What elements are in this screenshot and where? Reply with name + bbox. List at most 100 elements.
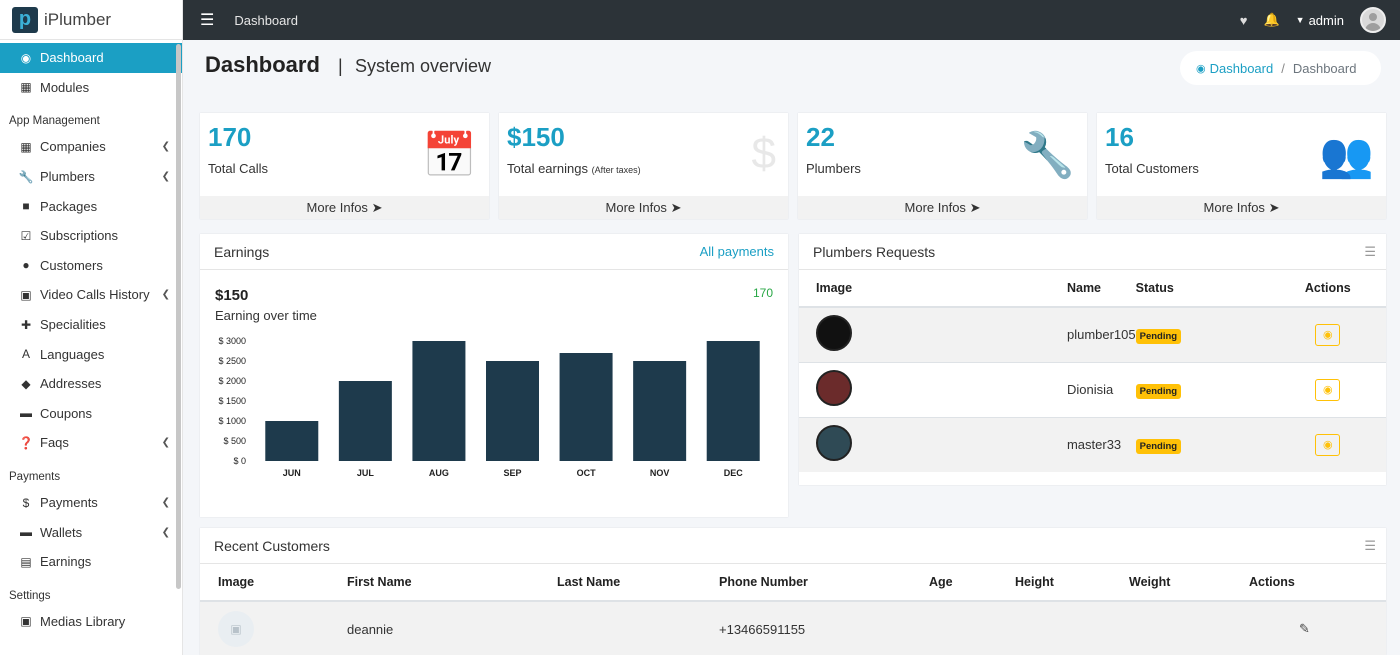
earnings-card-title: Earnings	[214, 243, 270, 260]
bar-dec[interactable]	[706, 341, 760, 461]
view-button[interactable]: ◉	[1315, 378, 1341, 401]
view-button[interactable]: ◉	[1315, 323, 1341, 346]
stat-label: Total earnings (After taxes)	[507, 161, 641, 176]
topbar-title: Dashboard	[234, 12, 298, 28]
x-tick-label: DEC	[724, 468, 744, 478]
column-header: Actions	[1269, 270, 1386, 308]
more-infos-link[interactable]: More Infos ➤	[1097, 196, 1386, 219]
bar-nov[interactable]	[633, 361, 687, 461]
column-header: Image	[799, 270, 919, 308]
y-tick-label: $ 3000	[218, 336, 246, 346]
menu-toggle-icon[interactable]: ☰	[200, 10, 214, 30]
wrench-icon: 🔧	[18, 169, 34, 184]
breadcrumb-separator: /	[1281, 60, 1285, 76]
y-tick-label: $ 1500	[218, 396, 246, 406]
sidebar-item-coupons[interactable]: ▬ Coupons	[0, 399, 182, 429]
earnings-bar-chart: $ 0 $ 500 $ 1000 $ 1500 $ 2000 $ 2500 $ 3000 JU…	[218, 336, 760, 478]
dashboard-icon: ◉	[1196, 62, 1206, 75]
sidebar-item-payments[interactable]: $ Payments ❮	[0, 488, 182, 518]
sidebar-item-earnings[interactable]: ▤ Earnings	[0, 547, 182, 577]
chevron-left-icon: ❮	[161, 437, 170, 449]
chevron-left-icon: ❮	[161, 171, 170, 183]
brand[interactable]: p iPlumber	[0, 0, 182, 40]
calendar-icon: ▣	[20, 287, 32, 302]
user-menu[interactable]: ▼ admin	[1296, 13, 1344, 28]
column-header: Weight	[1129, 564, 1249, 602]
sidebar-item-video-calls-history[interactable]: ▣ Video Calls History ❮	[0, 280, 182, 310]
avatar[interactable]	[1360, 7, 1386, 33]
more-infos-link[interactable]: More Infos ➤	[499, 196, 788, 219]
column-header: Image	[200, 564, 347, 602]
plumber-photo	[816, 425, 852, 462]
sidebar-item-specialities[interactable]: ✚ Specialities	[0, 310, 182, 340]
status-badge: Pending	[1135, 384, 1182, 399]
ticket-icon: ▬	[20, 406, 32, 421]
hand-dollar-icon: $	[751, 129, 776, 178]
bar-jul[interactable]	[338, 381, 392, 461]
chevron-left-icon: ❮	[161, 497, 170, 509]
view-button[interactable]: ◉	[1315, 433, 1341, 456]
map-icon: ◆	[21, 376, 31, 391]
sidebar-item-medias-library[interactable]: ▣ Medias Library	[0, 607, 182, 637]
column-header: Name	[918, 270, 1136, 308]
plumbers-requests-card: Plumbers Requests ☰ Image Name Status Actio…	[799, 234, 1386, 485]
sidebar-item-label: Companies	[40, 139, 106, 155]
sidebar-nav: ◉ Dashboard ▦ Modules App Management ▦ Compani…	[0, 40, 182, 636]
sidebar-item-modules[interactable]: ▦ Modules	[0, 73, 182, 103]
bar-jun[interactable]	[265, 421, 319, 461]
sidebar-item-label: Payments	[40, 495, 98, 511]
sidebar-item-customers[interactable]: ● Customers	[0, 251, 182, 281]
brand-name: iPlumber	[44, 9, 112, 29]
edit-icon[interactable]: ✎	[1299, 621, 1310, 636]
sidebar-item-languages[interactable]: A Languages	[0, 339, 182, 369]
sidebar-item-faqs[interactable]: ❓ Faqs ❮	[0, 428, 182, 458]
chevron-left-icon: ❮	[161, 526, 170, 538]
card-menu-icon[interactable]: ☰	[1364, 538, 1376, 554]
stat-label: Plumbers	[806, 161, 861, 176]
breadcrumb-link-dashboard[interactable]: Dashboard	[1210, 61, 1274, 76]
column-header: First Name	[347, 564, 557, 602]
sidebar-item-subscriptions[interactable]: ☑ Subscriptions	[0, 221, 182, 251]
image-placeholder-icon: ▣	[218, 611, 254, 647]
stat-value: $150	[507, 122, 565, 152]
more-infos-link[interactable]: More Infos ➤	[200, 196, 489, 219]
brand-logo-icon: p	[12, 6, 38, 33]
bar-aug[interactable]	[412, 341, 466, 461]
more-infos-link[interactable]: More Infos ➤	[798, 196, 1087, 219]
column-header: Age	[929, 564, 1015, 602]
x-tick-label: JUN	[283, 468, 301, 478]
stat-card: 170 Total Calls 📅 More Infos ➤	[200, 113, 489, 219]
earnings-value: $150	[215, 287, 249, 304]
card-menu-icon[interactable]: ☰	[1364, 244, 1376, 260]
sidebar-item-companies[interactable]: ▦ Companies ❮	[0, 132, 182, 162]
heart-icon[interactable]: ♥	[1240, 13, 1248, 28]
column-header: Status	[1135, 270, 1270, 308]
sidebar-item-label: Addresses	[40, 376, 102, 392]
sidebar-item-plumbers[interactable]: 🔧 Plumbers ❮	[0, 162, 182, 192]
sidebar-section-header: Settings	[9, 589, 51, 602]
sidebar-item-dashboard[interactable]: ◉ Dashboard	[0, 43, 182, 73]
sidebar-scrollbar[interactable]	[176, 44, 181, 589]
bar-sep[interactable]	[486, 361, 539, 461]
breadcrumb-current: Dashboard	[1292, 60, 1357, 76]
sidebar-item-addresses[interactable]: ◆ Addresses	[0, 369, 182, 399]
y-tick-label: $ 0	[233, 456, 246, 466]
arrow-circle-right-icon: ➤	[969, 200, 981, 215]
box-icon: ■	[22, 199, 30, 214]
plumbers-requests-title: Plumbers Requests	[813, 243, 936, 260]
table-row: master33 Pending ◉	[799, 416, 1386, 472]
sidebar-item-packages[interactable]: ■ Packages	[0, 191, 182, 221]
first-name: deannie	[347, 600, 557, 655]
bar-oct[interactable]	[559, 353, 613, 461]
cash-icon: ▤	[20, 554, 32, 569]
sidebar: p iPlumber ◉ Dashboard ▦ Modules App Managem…	[0, 0, 183, 655]
stat-card: 22 Plumbers 🔧 More Infos ➤	[798, 113, 1087, 219]
bell-icon[interactable]: 🔔	[1263, 12, 1279, 28]
sidebar-item-label: Medias Library	[40, 613, 126, 629]
page-subtitle: System overview	[355, 56, 492, 76]
sidebar-item-label: Specialities	[40, 317, 106, 333]
sidebar-item-wallets[interactable]: ▬ Wallets ❮	[0, 517, 182, 547]
all-payments-link[interactable]: All payments	[700, 244, 774, 259]
sidebar-item-label: Faqs	[40, 435, 69, 451]
chevron-left-icon: ❮	[161, 289, 170, 301]
